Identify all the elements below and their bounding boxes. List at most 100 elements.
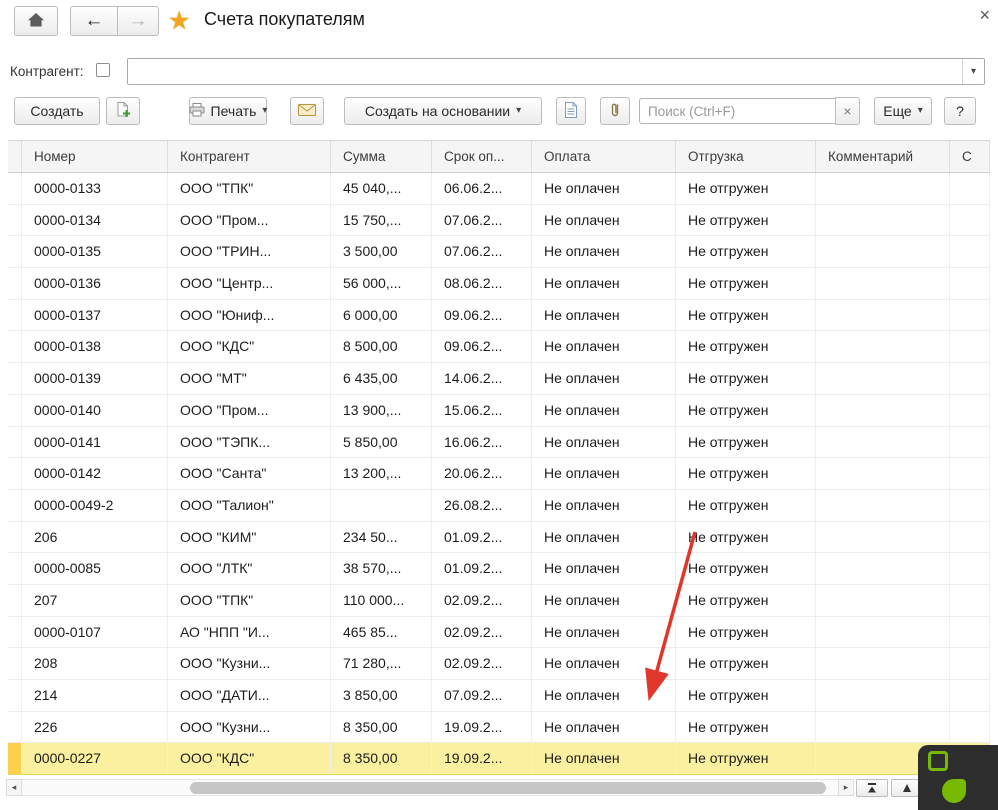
invoice-row[interactable]: 214 ООО "ДАТИ... 3 850,00 07.09.2... Не … [8,680,990,712]
cell-due-date[interactable]: 07.09.2... [432,680,532,711]
cell-due-date[interactable]: 02.09.2... [432,648,532,679]
cell-sum[interactable]: 234 50... [331,521,432,553]
invoice-row[interactable]: 0000-0137 ООО "Юниф... 6 000,00 09.06.2.… [8,299,990,332]
cell-extra[interactable] [950,299,990,331]
cell-comment[interactable] [816,553,950,584]
invoice-row[interactable]: 0000-0135 ООО "ТРИН... 3 500,00 07.06.2.… [8,236,990,269]
cell-sum[interactable]: 6 000,00 [331,299,432,331]
cell-due-date[interactable]: 01.09.2... [432,553,532,584]
close-icon[interactable]: × [979,5,990,26]
help-button[interactable]: ? [944,97,976,125]
copy-button[interactable] [106,97,140,125]
column-header-payment[interactable]: Оплата [532,141,676,172]
column-header-comment[interactable]: Комментарий [816,141,950,172]
cell-comment[interactable] [816,489,950,521]
cell-extra[interactable] [950,711,990,743]
cell-payment-status[interactable]: Не оплачен [532,680,676,711]
invoice-row[interactable]: 0000-0107 АО "НПП "И... 465 85... 02.09.… [8,616,990,649]
cell-sum[interactable]: 45 040,... [331,173,432,204]
create-button[interactable]: Создать [14,97,100,125]
cell-number[interactable]: 0000-0136 [22,268,168,299]
cell-shipment-status[interactable]: Не отгружен [676,204,816,236]
cell-payment-status[interactable]: Не оплачен [532,426,676,458]
cell-due-date[interactable]: 19.09.2... [432,711,532,743]
cell-extra[interactable] [950,680,990,711]
cell-shipment-status[interactable]: Не отгружен [676,711,816,743]
cell-due-date[interactable]: 08.06.2... [432,268,532,299]
print-button[interactable]: Печать ▾ [189,97,267,125]
cell-sum[interactable]: 5 850,00 [331,426,432,458]
cell-number[interactable]: 0000-0107 [22,616,168,648]
cell-counterparty[interactable]: ООО "Санта" [168,458,331,489]
cell-number[interactable]: 207 [22,584,168,616]
cell-shipment-status[interactable]: Не отгружен [676,299,816,331]
cell-number[interactable]: 206 [22,521,168,553]
invoice-row[interactable]: 0000-0049-2 ООО "Талион" 26.08.2... Не о… [8,489,990,522]
cell-comment[interactable] [816,680,950,711]
cell-extra[interactable] [950,204,990,236]
cell-due-date[interactable]: 09.06.2... [432,331,532,363]
cell-counterparty[interactable]: АО "НПП "И... [168,616,331,648]
cell-shipment-status[interactable]: Не отгружен [676,173,816,204]
cell-number[interactable]: 0000-0227 [22,743,168,775]
cell-comment[interactable] [816,458,950,489]
cell-due-date[interactable]: 16.06.2... [432,426,532,458]
cell-due-date[interactable]: 14.06.2... [432,363,532,394]
cell-comment[interactable] [816,331,950,363]
search-input[interactable] [639,98,836,124]
cell-counterparty[interactable]: ООО "КДС" [168,331,331,363]
cell-payment-status[interactable]: Не оплачен [532,394,676,426]
column-header-extra[interactable]: С [950,141,990,172]
cell-extra[interactable] [950,394,990,426]
cell-extra[interactable] [950,489,990,521]
cell-counterparty[interactable]: ООО "Талион" [168,489,331,521]
cell-sum[interactable]: 8 500,00 [331,331,432,363]
counterparty-filter-checkbox[interactable] [96,63,110,77]
cell-number[interactable]: 0000-0140 [22,394,168,426]
cell-sum[interactable]: 13 900,... [331,394,432,426]
cell-shipment-status[interactable]: Не отгружен [676,426,816,458]
cell-shipment-status[interactable]: Не отгружен [676,680,816,711]
cell-due-date[interactable]: 15.06.2... [432,394,532,426]
cell-extra[interactable] [950,584,990,616]
back-button[interactable]: ← [70,6,118,36]
cell-comment[interactable] [816,268,950,299]
cell-comment[interactable] [816,616,950,648]
invoice-row[interactable]: 0000-0136 ООО "Центр... 56 000,... 08.06… [8,268,990,300]
cell-due-date[interactable]: 09.06.2... [432,299,532,331]
cell-shipment-status[interactable]: Не отгружен [676,521,816,553]
counterparty-filter-value[interactable] [128,59,962,84]
cell-sum[interactable]: 71 280,... [331,648,432,679]
cell-payment-status[interactable]: Не оплачен [532,331,676,363]
cell-comment[interactable] [816,426,950,458]
forward-button[interactable]: → [117,6,159,36]
cell-number[interactable]: 214 [22,680,168,711]
cell-comment[interactable] [816,584,950,616]
attachments-button[interactable] [600,97,630,125]
cell-number[interactable]: 0000-0134 [22,204,168,236]
cell-extra[interactable] [950,553,990,584]
create-based-on-button[interactable]: Создать на основании ▾ [344,97,542,125]
cell-extra[interactable] [950,458,990,489]
cell-extra[interactable] [950,331,990,363]
scrollbar-track[interactable] [22,779,838,796]
cell-due-date[interactable]: 26.08.2... [432,489,532,521]
search-clear-button[interactable]: × [835,97,860,125]
cell-comment[interactable] [816,711,950,743]
cell-due-date[interactable]: 06.06.2... [432,173,532,204]
cell-comment[interactable] [816,204,950,236]
cell-comment[interactable] [816,173,950,204]
invoice-row[interactable]: 0000-0085 ООО "ЛТК" 38 570,... 01.09.2..… [8,553,990,585]
cell-sum[interactable]: 56 000,... [331,268,432,299]
cell-payment-status[interactable]: Не оплачен [532,711,676,743]
cell-extra[interactable] [950,426,990,458]
cell-extra[interactable] [950,648,990,679]
cell-number[interactable]: 0000-0141 [22,426,168,458]
counterparty-filter-input[interactable]: ▾ [127,58,985,85]
cell-comment[interactable] [816,648,950,679]
cell-counterparty[interactable]: ООО "Центр... [168,268,331,299]
invoice-row[interactable]: 0000-0134 ООО "Пром... 15 750,... 07.06.… [8,204,990,237]
invoice-row[interactable]: 0000-0142 ООО "Санта" 13 200,... 20.06.2… [8,458,990,490]
cell-due-date[interactable]: 20.06.2... [432,458,532,489]
invoice-row[interactable]: 0000-0133 ООО "ТПК" 45 040,... 06.06.2..… [8,173,990,205]
